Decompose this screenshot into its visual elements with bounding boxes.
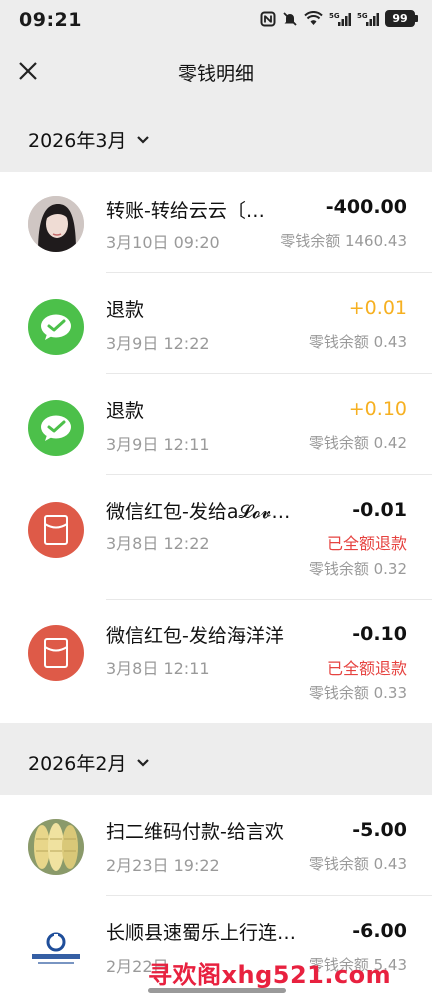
chevron-down-icon [137,135,150,144]
transaction-amount: -6.00 [352,920,407,942]
transaction-date: 3月9日 12:11 [106,435,210,454]
balance-text: 零钱余额 0.43 [308,333,407,351]
transaction-title: 退款 [106,400,145,422]
transaction-date: 3月8日 12:11 [106,659,210,678]
transaction-date: 2月23日 19:22 [106,856,220,875]
battery-level: 99 [385,10,415,27]
nav-bar: 零钱明细 [0,40,432,102]
wechat-icon [28,400,84,456]
balance-text: 零钱余额 1460.43 [280,232,407,250]
transaction-date: 3月10日 09:20 [106,233,220,252]
transaction-title: 微信红包-发给海洋洋 [106,625,284,647]
transaction-amount: -400.00 [325,196,407,218]
watermark-text: 寻欢阁xhg521.com [148,961,392,989]
transaction-title: 转账-转给云云〔… [106,200,265,222]
transaction-title: 扫二维码付款-给言欢 [106,821,284,843]
user-avatar [28,196,84,252]
balance-text: 零钱余额 0.42 [308,434,407,452]
status-time: 09:21 [19,9,82,31]
page-title: 零钱明细 [177,63,254,85]
svg-text:5G: 5G [329,12,340,20]
transaction-date: 3月8日 12:22 [106,534,210,553]
transaction-row[interactable]: 退款 3月9日 12:11 +0.10 零钱余额 0.42 [0,374,432,474]
balance-text: 零钱余额 0.33 [308,684,407,702]
transaction-list-march: 转账-转给云云〔… 3月10日 09:20 -400.00 零钱余额 1460.… [0,172,432,723]
refund-status: 已全额退款 [326,534,407,553]
month-label: 2026年3月 [28,130,127,152]
month-header-march[interactable]: 2026年3月 [0,102,432,172]
transaction-title: 微信红包-发给a𝓛𝓸𝓿… [106,501,291,523]
transaction-title: 退款 [106,299,145,321]
mute-bell-icon [283,11,297,26]
transaction-row[interactable]: 扫二维码付款-给言欢 2月23日 19:22 -5.00 零钱余额 0.43 [0,795,432,895]
refund-status: 已全额退款 [326,659,407,678]
home-indicator[interactable] [148,988,286,993]
chevron-down-icon [137,758,150,767]
status-icons: 5G 5G 99 [260,10,418,27]
transaction-row[interactable]: 微信红包-发给海洋洋 3月8日 12:11 -0.10 已全额退款 零钱余额 0… [0,600,432,723]
transaction-amount: -0.10 [352,623,407,645]
balance-text: 零钱余额 0.43 [308,855,407,873]
transaction-amount: -5.00 [352,819,407,841]
wechat-icon [28,299,84,355]
transaction-row[interactable]: 微信红包-发给a𝓛𝓸𝓿… 3月8日 12:22 -0.01 已全额退款 零钱余额… [0,475,432,599]
wifi-icon [304,11,323,25]
red-packet-icon [28,625,84,681]
transaction-amount: +0.10 [348,398,407,420]
transaction-date: 3月9日 12:22 [106,334,210,353]
merchant-avatar [28,819,84,875]
month-label: 2026年2月 [28,753,127,775]
transaction-amount: -0.01 [352,499,407,521]
transaction-row[interactable]: 退款 3月9日 12:22 +0.01 零钱余额 0.43 [0,273,432,373]
transaction-row[interactable]: 转账-转给云云〔… 3月10日 09:20 -400.00 零钱余额 1460.… [0,172,432,272]
transaction-amount: +0.01 [348,297,407,319]
svg-text:5G: 5G [357,12,368,20]
balance-text: 零钱余额 0.32 [308,560,407,578]
red-packet-icon [28,502,84,558]
signal-5g-icon-2: 5G [357,12,379,26]
transaction-title: 长顺县速蜀乐上行连… [106,922,297,944]
month-header-february[interactable]: 2026年2月 [0,723,432,795]
bank-logo [28,920,84,976]
signal-5g-icon: 5G [329,12,351,26]
nfc-icon [260,11,276,26]
battery-icon: 99 [385,10,418,27]
status-bar: 09:21 5G 5G 99 [0,0,432,40]
